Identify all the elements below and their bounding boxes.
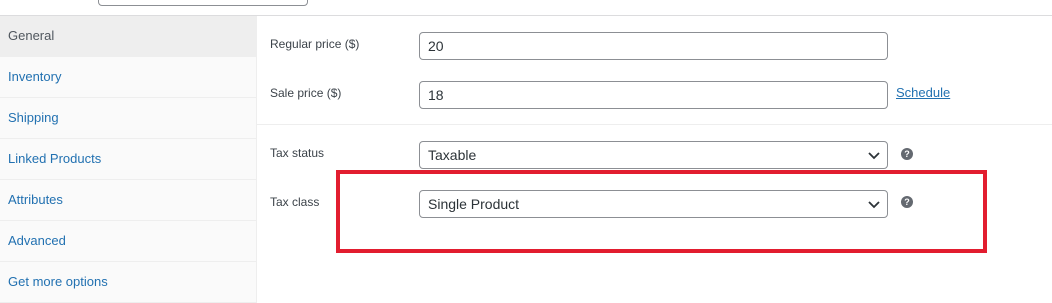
tab-shipping[interactable]: Shipping	[0, 98, 256, 139]
schedule-link[interactable]: Schedule	[896, 85, 950, 100]
tab-advanced-label: Advanced	[8, 233, 66, 248]
tax-class-label: Tax class	[270, 195, 320, 209]
tab-get-more-options-label: Get more options	[8, 274, 108, 289]
tab-advanced[interactable]: Advanced	[0, 221, 256, 262]
tab-general[interactable]: General	[0, 16, 256, 57]
product-data-tabs: General Inventory Shipping Linked Produc…	[0, 16, 257, 303]
tab-attributes-label: Attributes	[8, 192, 63, 207]
sale-price-input[interactable]: 18	[419, 81, 888, 109]
regular-price-input[interactable]: 20	[419, 32, 888, 60]
tax-status-value: Taxable	[428, 147, 477, 163]
tax-status-select[interactable]: Taxable	[419, 141, 888, 169]
sale-price-label: Sale price ($)	[270, 86, 342, 100]
top-partial-field[interactable]	[98, 0, 308, 6]
sale-price-value: 18	[428, 87, 444, 103]
tab-inventory[interactable]: Inventory	[0, 57, 256, 98]
tax-status-help-icon[interactable]: ?	[901, 148, 913, 160]
product-data-panel: General Inventory Shipping Linked Produc…	[0, 0, 1052, 303]
highlight-box	[336, 170, 987, 253]
tab-general-label: General	[8, 28, 55, 43]
tab-attributes[interactable]: Attributes	[0, 180, 256, 221]
tab-shipping-label: Shipping	[8, 110, 59, 125]
regular-price-value: 20	[428, 38, 444, 54]
tax-status-label: Tax status	[270, 146, 325, 160]
section-divider	[257, 124, 1052, 125]
top-strip	[0, 0, 1052, 16]
tab-linked-products[interactable]: Linked Products	[0, 139, 256, 180]
tab-linked-products-label: Linked Products	[8, 151, 102, 166]
regular-price-label: Regular price ($)	[270, 37, 360, 51]
chevron-down-icon	[868, 152, 880, 160]
tab-get-more-options[interactable]: Get more options	[0, 262, 256, 303]
tab-inventory-label: Inventory	[8, 69, 62, 84]
general-panel: Regular price ($) 20 Sale price ($) 18 S…	[257, 16, 1052, 303]
